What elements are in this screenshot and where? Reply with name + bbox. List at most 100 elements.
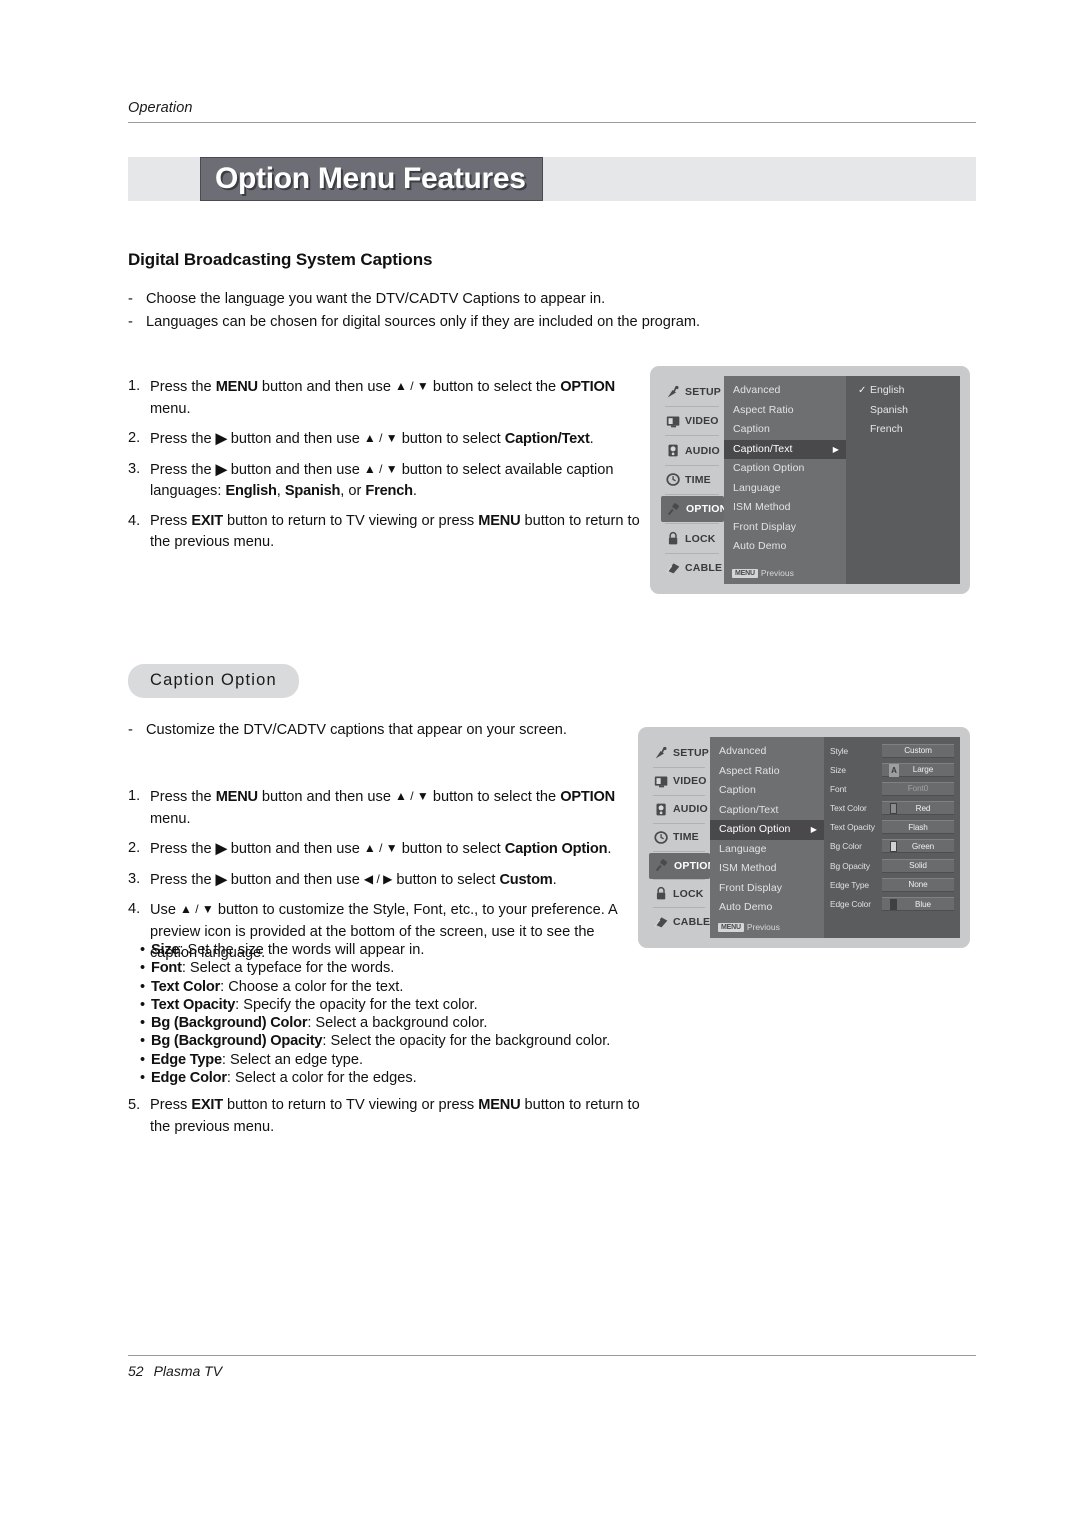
cable-icon [665, 560, 682, 575]
osd-sidebar-item-option[interactable]: OPTION [649, 852, 715, 879]
osd-menu-item[interactable]: Front Display [724, 518, 846, 538]
step-keyword: MENU [215, 789, 258, 805]
osd-submenu-languages: ✓ English Spanish French [846, 376, 960, 584]
osd-sidebar-item-cable[interactable]: CABLE [648, 909, 710, 935]
osd-menu-item[interactable]: Front Display [710, 879, 824, 899]
osd-sidebar-label: TIME [685, 473, 711, 486]
osd-setting-control[interactable]: None [882, 877, 954, 892]
osd-menu-item[interactable]: Caption [710, 781, 824, 801]
osd-menu-item[interactable]: Caption [724, 420, 846, 440]
step-text: Press the ▶ button and then use ◀ / ▶ bu… [150, 871, 557, 888]
osd-setting-row[interactable]: Size A Large [830, 761, 954, 778]
osd-setting-control[interactable]: Green [882, 839, 954, 854]
dash-text: Customize the DTV/CADTV captions that ap… [146, 722, 567, 738]
speaker-icon [653, 802, 670, 817]
osd-menu-item-label: Front Display [733, 520, 797, 533]
bullet-item: • Text Opacity: Specify the opacity for t… [140, 996, 660, 1014]
osd-setting-row[interactable]: Bg Opacity Solid [830, 857, 954, 874]
osd-sidebar-item-setup[interactable]: SETUP [660, 379, 724, 405]
osd-language-option[interactable]: French [846, 420, 960, 440]
clock-icon [653, 830, 670, 845]
bullet-term: Edge Type [151, 1051, 222, 1068]
arrow-updown-icon: ▲ / ▼ [395, 789, 429, 803]
step-item: 5. Press EXIT button to return to TV view… [128, 1095, 640, 1138]
osd-setting-label: Bg Opacity [830, 860, 870, 871]
step-keyword: Caption Option [504, 841, 608, 857]
osd-menu-item[interactable]: Aspect Ratio [724, 401, 846, 421]
step-keyword: OPTION [560, 789, 615, 805]
osd-sidebar-item-time[interactable]: TIME [648, 824, 710, 850]
osd-setting-control[interactable]: Font0 [882, 781, 954, 796]
osd-language-option[interactable]: Spanish [846, 401, 960, 421]
step-item: 3. Press the ▶ button and then use ◀ / ▶ … [128, 869, 640, 892]
osd-sidebar-item-video[interactable]: VIDEO [660, 408, 724, 434]
bullet-term: Text Opacity [151, 996, 236, 1013]
osd-menu-item[interactable]: Auto Demo [710, 898, 824, 918]
step-number: 1. [128, 788, 141, 804]
bullet-term: Size [151, 942, 180, 958]
section-heading-caption-option: Caption Option [128, 664, 299, 698]
check-icon: ✓ [858, 385, 867, 396]
satellite-dish-icon [653, 746, 670, 761]
osd-setting-control[interactable]: Solid [882, 858, 954, 873]
osd-previous-hint-1[interactable]: MENU Previous [732, 568, 794, 578]
osd-menu-item[interactable]: Language [710, 840, 824, 860]
osd-menu-item[interactable]: Language [724, 479, 846, 499]
osd-menu-item[interactable]: Caption/Text [710, 801, 824, 821]
osd-setting-control[interactable]: A Large [882, 762, 954, 777]
osd-sidebar-item-cable[interactable]: CABLE [660, 555, 724, 581]
osd-setting-control[interactable]: Blue [882, 897, 954, 911]
chevron-right-icon: ▶ [832, 444, 839, 454]
osd-sidebar-item-lock[interactable]: LOCK [660, 526, 724, 552]
osd-menu-item[interactable]: Aspect Ratio [710, 762, 824, 782]
osd-sidebar-item-audio[interactable]: AUDIO [648, 796, 710, 822]
osd-menu-item[interactable]: Advanced [724, 381, 846, 401]
step-text: Press EXIT button to return to TV viewin… [150, 1097, 640, 1135]
osd-setting-row[interactable]: Text Opacity Flash [830, 819, 954, 836]
osd-setting-row[interactable]: Text Color Red [830, 800, 954, 817]
osd-sidebar-item-time[interactable]: TIME [660, 467, 724, 493]
bullet-text: Text Color: Choose a color for the text. [151, 978, 404, 995]
osd-menu-item[interactable]: Auto Demo [724, 537, 846, 557]
osd-menu-item[interactable]: ISM Method [710, 859, 824, 879]
osd-setting-row[interactable]: Bg Color Green [830, 838, 954, 855]
osd-language-label: English [870, 384, 905, 396]
step-keyword: MENU [478, 1097, 521, 1113]
osd-menu-item-label: Caption/Text [733, 442, 793, 455]
step-number: 2. [128, 430, 141, 446]
osd-setting-row[interactable]: Edge Color Blue [830, 896, 954, 913]
osd-menu-item[interactable]: Caption/Text ▶ [724, 439, 846, 459]
osd-menu-item[interactable]: Caption Option ▶ [710, 820, 824, 840]
osd-menu-item[interactable]: Caption Option [724, 459, 846, 479]
osd-previous-hint-2[interactable]: MENU Previous [718, 922, 780, 932]
osd-sidebar-item-option[interactable]: OPTION [661, 496, 728, 523]
step-item: 1. Press the MENU button and then use ▲ /… [128, 786, 640, 830]
osd-setting-control[interactable]: Red [882, 801, 954, 816]
osd-sidebar-item-setup[interactable]: SETUP [648, 740, 710, 766]
bullet-text: Font: Select a typeface for the words. [151, 960, 395, 977]
osd-setting-control[interactable]: Flash [882, 820, 954, 835]
osd-caption-settings-panel: Style Custom Size A Large Font Font0 Text Color… [824, 737, 960, 938]
dash-text: Choose the language you want the DTV/CAD… [146, 291, 606, 307]
padlock-icon [653, 886, 670, 901]
osd-sidebar-label: OPTION [686, 503, 728, 516]
osd-setting-row[interactable]: Font Font0 [830, 780, 954, 797]
sidebar-divider [665, 494, 719, 496]
osd-language-option[interactable]: ✓ English [846, 381, 960, 401]
osd-setting-row[interactable]: Edge Type None [830, 876, 954, 893]
osd-menu-item-label: Caption [719, 784, 756, 796]
osd-menu-item[interactable]: ISM Method [724, 498, 846, 518]
osd-sidebar-item-video[interactable]: VIDEO [648, 768, 710, 794]
step-number: 2. [128, 840, 141, 856]
osd-menu-item[interactable]: Advanced [710, 742, 824, 762]
step-keyword: Caption/Text [504, 431, 590, 447]
osd-sidebar-label: AUDIO [685, 444, 720, 457]
osd-language-label: Spanish [870, 403, 908, 416]
osd-setting-row[interactable]: Style Custom [830, 742, 954, 759]
footer-divider [128, 1355, 976, 1356]
osd-setting-control[interactable]: Custom [882, 743, 954, 758]
chapter-title-box: Option Menu Features [200, 157, 543, 201]
osd-sidebar-item-audio[interactable]: AUDIO [660, 438, 724, 464]
osd-sidebar-item-lock[interactable]: LOCK [648, 881, 710, 907]
osd-sidebar-label: VIDEO [685, 415, 719, 428]
